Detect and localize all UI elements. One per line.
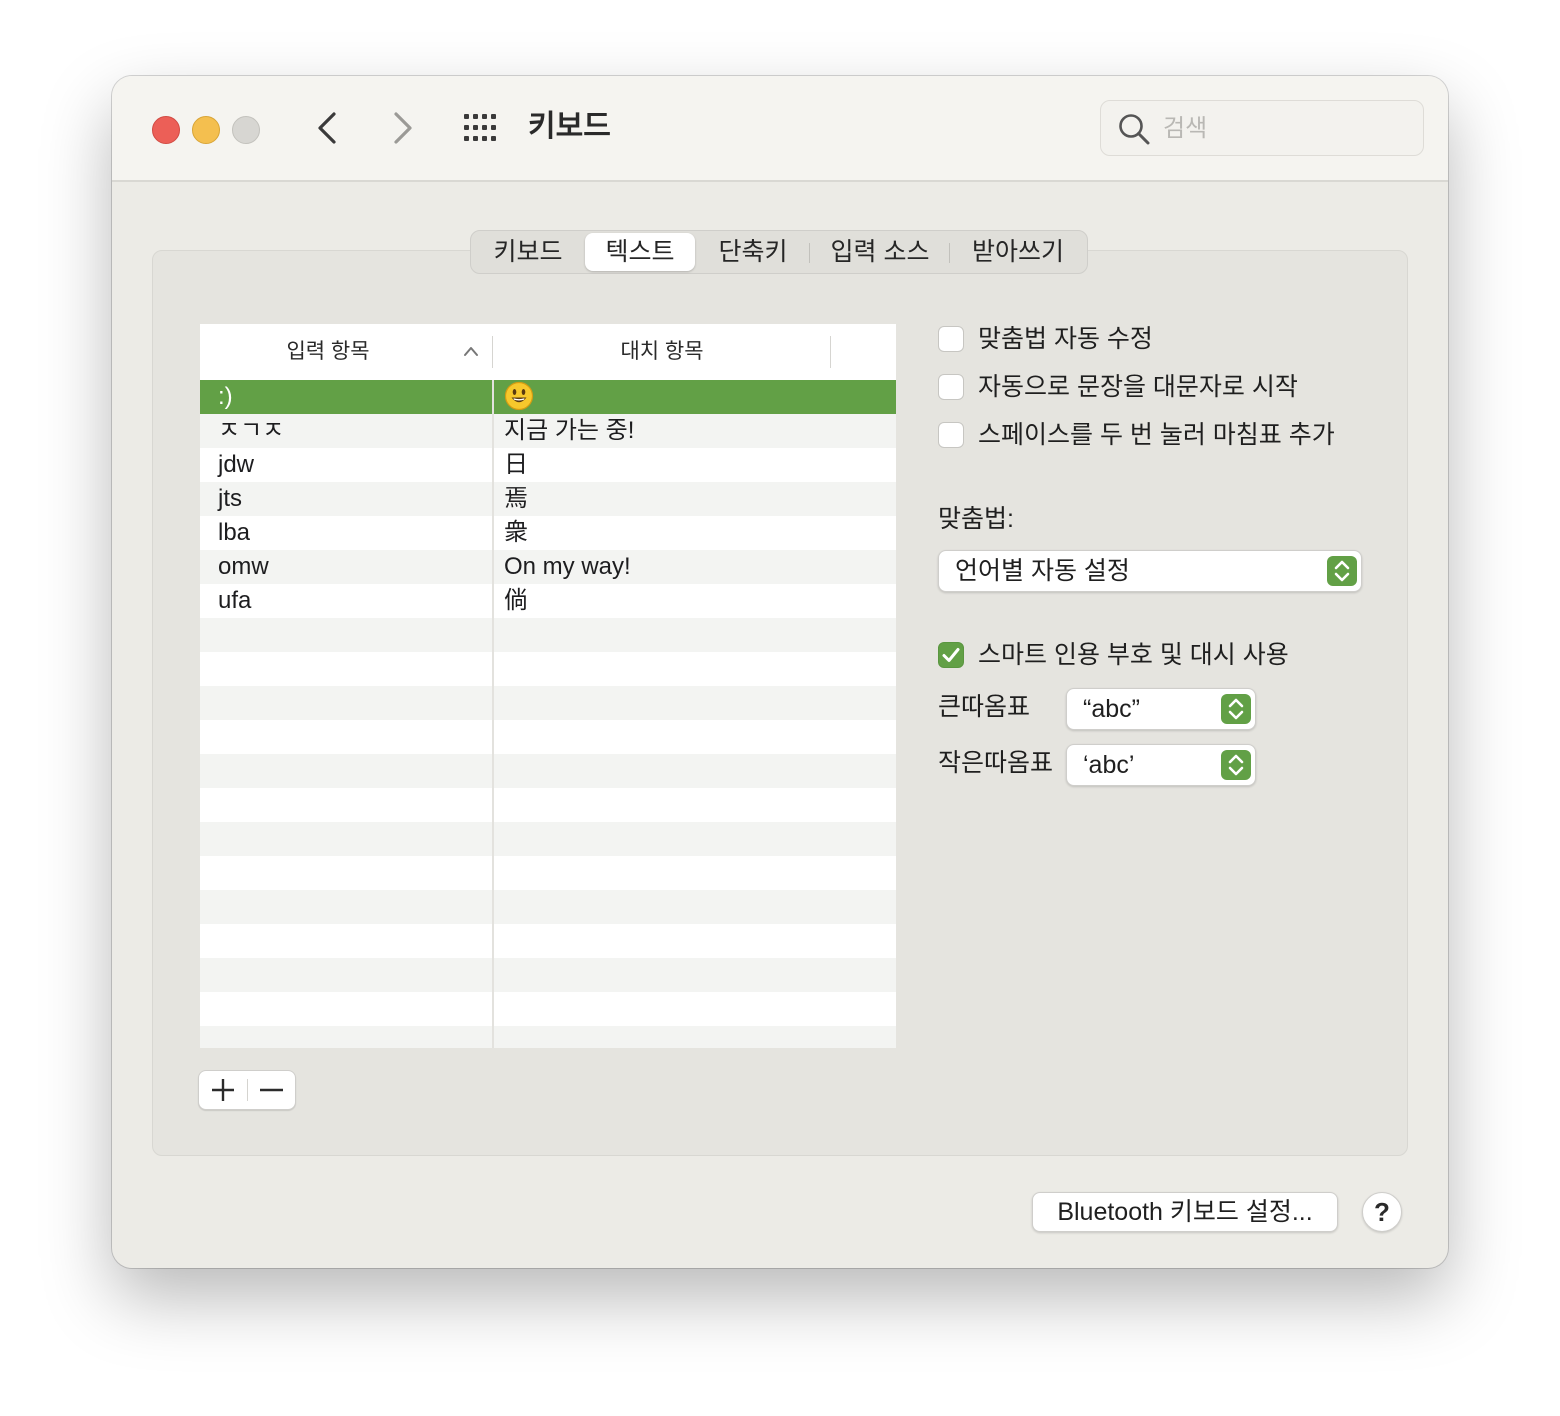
forward-button[interactable] bbox=[382, 108, 422, 148]
with-cell: On my way! bbox=[504, 553, 631, 580]
spelling-popup[interactable]: 언어별 자동 설정 bbox=[938, 550, 1362, 592]
with-cell: 衆 bbox=[504, 519, 528, 546]
empty-row bbox=[200, 652, 896, 686]
empty-row bbox=[200, 822, 896, 856]
table-row[interactable]: omw On my way! bbox=[200, 550, 896, 584]
table-rows: :) ㅈㄱㅈ 지금 가는 중! jdw 日 jts 焉 lba 衆 omw On… bbox=[200, 380, 896, 1048]
double-quotes-label: 큰따옴표 bbox=[938, 693, 1031, 721]
remove-button[interactable] bbox=[248, 1071, 295, 1109]
empty-row bbox=[200, 992, 896, 1026]
empty-row bbox=[200, 618, 896, 652]
smart-quotes-label: 스마트 인용 부호 및 대시 사용 bbox=[978, 641, 1289, 669]
spelling-value: 언어별 자동 설정 bbox=[955, 557, 1130, 585]
table-row[interactable]: jdw 日 bbox=[200, 448, 896, 482]
replace-cell: lba bbox=[218, 519, 251, 546]
tab-bar: 키보드 텍스트 단축키 입력 소스 받아쓰기 bbox=[470, 230, 1088, 274]
empty-row bbox=[200, 856, 896, 890]
empty-row bbox=[200, 890, 896, 924]
add-button[interactable] bbox=[199, 1071, 247, 1109]
table-row[interactable]: jts 焉 bbox=[200, 482, 896, 516]
empty-row bbox=[200, 720, 896, 754]
bluetooth-keyboard-setup-button[interactable]: Bluetooth 키보드 설정... bbox=[1032, 1192, 1338, 1232]
table-header: 입력 항목 대치 항목 bbox=[200, 324, 896, 382]
table-row[interactable]: ufa 倘 bbox=[200, 584, 896, 618]
auto-capitalize-label: 자동으로 문장을 대문자로 시작 bbox=[978, 373, 1298, 401]
sort-ascending-icon bbox=[464, 347, 478, 356]
tab-separator bbox=[809, 243, 810, 263]
with-cell: 日 bbox=[504, 451, 528, 478]
plus-icon bbox=[212, 1079, 234, 1101]
tab-input-sources[interactable]: 입력 소스 bbox=[811, 233, 949, 271]
with-cell: 倘 bbox=[504, 587, 528, 614]
smiley-emoji-icon bbox=[504, 381, 534, 410]
minimize-window-button[interactable] bbox=[192, 116, 220, 144]
with-cell: 焉 bbox=[504, 485, 528, 512]
replace-cell: jts bbox=[218, 485, 242, 512]
empty-row bbox=[200, 788, 896, 822]
help-button[interactable]: ? bbox=[1362, 1192, 1402, 1232]
tab-keyboard[interactable]: 키보드 bbox=[475, 233, 581, 271]
column-separator bbox=[830, 336, 831, 368]
replace-cell: ufa bbox=[218, 587, 252, 614]
double-space-period-label: 스페이스를 두 번 눌러 마침표 추가 bbox=[978, 421, 1335, 449]
single-quotes-value: ‘abc’ bbox=[1083, 751, 1135, 779]
tab-shortcuts[interactable]: 단축키 bbox=[697, 233, 809, 271]
empty-row bbox=[200, 924, 896, 958]
tab-separator bbox=[949, 243, 950, 263]
empty-row bbox=[200, 1026, 896, 1048]
column-separator bbox=[492, 336, 493, 368]
replace-cell: :) bbox=[218, 383, 233, 410]
close-window-button[interactable] bbox=[152, 116, 180, 144]
text-replacement-table[interactable]: 입력 항목 대치 항목 :) ㅈㄱㅈ 지금 가는 중! jdw 日 jts 焉 … bbox=[200, 324, 896, 1048]
tab-dictation[interactable]: 받아쓰기 bbox=[951, 233, 1085, 271]
title-bar: 키보드 bbox=[112, 76, 1448, 182]
tab-text[interactable]: 텍스트 bbox=[585, 233, 695, 271]
with-cell: 지금 가는 중! bbox=[504, 417, 635, 444]
search-input[interactable] bbox=[1161, 109, 1415, 149]
add-remove-control bbox=[198, 1070, 296, 1110]
search-field[interactable] bbox=[1100, 100, 1424, 156]
single-quotes-popup[interactable]: ‘abc’ bbox=[1066, 744, 1256, 786]
table-row[interactable]: :) bbox=[200, 380, 896, 414]
smart-quotes-checkbox[interactable] bbox=[938, 642, 964, 668]
column-header-with[interactable]: 대치 항목 bbox=[494, 324, 830, 380]
checkmark-icon bbox=[942, 648, 960, 662]
popup-arrows-icon bbox=[1327, 556, 1357, 586]
chevron-right-icon bbox=[394, 112, 412, 144]
grid-icon bbox=[464, 114, 496, 141]
auto-capitalize-checkbox[interactable] bbox=[938, 374, 964, 400]
empty-row bbox=[200, 754, 896, 788]
column-header-replace[interactable]: 입력 항목 bbox=[200, 324, 456, 380]
double-space-period-checkbox[interactable] bbox=[938, 422, 964, 448]
replace-cell: ㅈㄱㅈ bbox=[218, 417, 285, 444]
popup-arrows-icon bbox=[1221, 694, 1251, 724]
empty-row bbox=[200, 958, 896, 992]
column-divider bbox=[492, 380, 494, 1048]
spelling-label: 맞춤법: bbox=[938, 505, 1014, 533]
search-icon bbox=[1119, 114, 1150, 145]
single-quotes-label: 작은따옴표 bbox=[938, 749, 1054, 777]
replace-cell: jdw bbox=[218, 451, 255, 478]
zoom-window-button bbox=[232, 116, 260, 144]
show-all-button[interactable] bbox=[462, 112, 502, 144]
popup-arrows-icon bbox=[1221, 750, 1251, 780]
table-row[interactable]: ㅈㄱㅈ 지금 가는 중! bbox=[200, 414, 896, 448]
back-button[interactable] bbox=[308, 108, 348, 148]
auto-correct-label: 맞춤법 자동 수정 bbox=[978, 325, 1153, 353]
minus-icon bbox=[260, 1088, 283, 1092]
table-row[interactable]: lba 衆 bbox=[200, 516, 896, 550]
double-quotes-value: “abc” bbox=[1083, 695, 1140, 723]
empty-row bbox=[200, 686, 896, 720]
auto-correct-checkbox[interactable] bbox=[938, 326, 964, 352]
chevron-left-icon bbox=[318, 112, 336, 144]
preferences-window: 키보드 키보드 텍스트 단축키 입력 소스 받아쓰기 입력 항목 대치 항목 bbox=[112, 76, 1448, 1268]
window-title: 키보드 bbox=[528, 110, 611, 143]
double-quotes-popup[interactable]: “abc” bbox=[1066, 688, 1256, 730]
replace-cell: omw bbox=[218, 553, 269, 580]
with-cell bbox=[504, 380, 884, 414]
